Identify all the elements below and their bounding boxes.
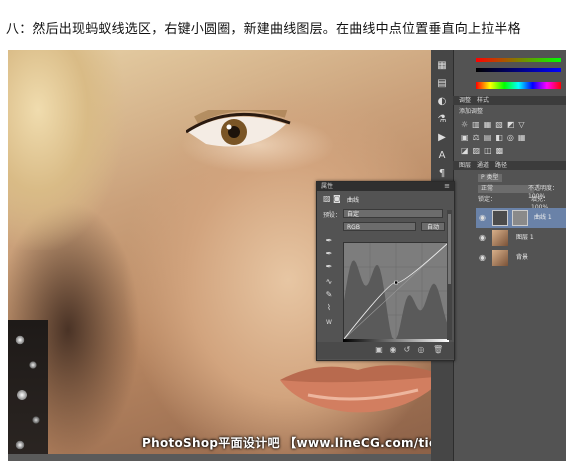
color-spectrum[interactable] xyxy=(476,82,561,89)
lock-label: 锁定： xyxy=(478,196,497,203)
curve-control-point xyxy=(394,280,398,285)
curves-adjustment-thumb xyxy=(492,210,508,226)
curve-point-tool-icon[interactable]: ∿ xyxy=(324,277,334,287)
curves-type-icon: ▨ xyxy=(323,194,331,203)
panel-menu-icon[interactable]: ≡ xyxy=(444,182,450,191)
layer-name: 背景 xyxy=(516,254,529,261)
visibility-toggle-icon[interactable]: ◎ xyxy=(417,346,425,354)
auto-button[interactable]: 自动 xyxy=(421,222,445,231)
channel-select[interactable]: RGB xyxy=(343,222,416,231)
white-eyedropper-icon[interactable]: ✒ xyxy=(324,262,334,272)
color-panel-icon[interactable]: ▦ xyxy=(436,60,448,72)
layer-name: 图层 1 xyxy=(516,234,534,241)
eye-image xyxy=(186,110,291,147)
mask-mode-icon[interactable]: ◙ xyxy=(333,194,341,203)
character-panel-icon[interactable]: A xyxy=(436,150,448,162)
tab-channels[interactable]: 通道 xyxy=(477,162,489,170)
earring-image xyxy=(8,320,48,461)
history-panel-icon[interactable]: ⚗ xyxy=(436,114,448,126)
layer-row-curves[interactable]: ◉ 曲线 1 xyxy=(476,208,566,228)
actions-panel-icon[interactable]: ▶ xyxy=(436,132,448,144)
black-eyedropper-icon[interactable]: ✒ xyxy=(324,236,334,246)
visibility-eye-icon[interactable]: ◉ xyxy=(479,213,488,222)
tab-paths[interactable]: 路径 xyxy=(495,162,507,170)
pencil-draw-icon[interactable]: ✎ xyxy=(324,290,334,300)
properties-title: 属性 xyxy=(321,183,334,190)
visibility-eye-icon[interactable]: ◉ xyxy=(479,253,488,262)
delete-icon[interactable]: 🗑 xyxy=(433,346,443,354)
properties-footer: ▣ ◉ ↺ ◎ 🗑 xyxy=(317,342,454,359)
properties-type-label: 曲线 xyxy=(347,197,360,204)
color-slider-blue[interactable] xyxy=(476,68,561,72)
tab-layers[interactable]: 图层 xyxy=(459,162,471,170)
layer-mask-thumb[interactable] xyxy=(512,210,528,226)
reset-icon[interactable]: ↺ xyxy=(403,346,411,354)
properties-panel: 属性 ≡ ▨ ◙ 曲线 预设： 自定 RGB 自动 ☝ ✒ ✒ ✒ ∿ ✎ ⌇ … xyxy=(316,181,455,361)
tab-adjustments[interactable]: 调整 xyxy=(459,97,471,105)
layer-row-background[interactable]: ◉ 背景 xyxy=(476,248,566,268)
paragraph-panel-icon[interactable]: ¶ xyxy=(436,168,448,180)
layer-row-image[interactable]: ◉ 图层 1 xyxy=(476,228,566,248)
curves-graph[interactable] xyxy=(343,242,449,340)
properties-scrollbar[interactable] xyxy=(447,210,452,340)
layer-name: 曲线 1 xyxy=(534,214,552,221)
hair-highlight xyxy=(8,50,128,250)
photoshop-screenshot: PhotoShop平面设计吧 【www.lineCG.com/tieba/178… xyxy=(8,50,566,461)
adjust-panel-icon[interactable]: ◐ xyxy=(436,96,448,108)
blend-mode-select[interactable]: 正常 xyxy=(478,185,534,193)
layer-thumb xyxy=(492,230,508,246)
smooth-curve-icon[interactable]: ⌇ xyxy=(324,303,334,313)
visibility-eye-icon[interactable]: ◉ xyxy=(479,233,488,242)
clipping-warning-icon[interactable]: W xyxy=(324,318,334,328)
scroll-thumb[interactable] xyxy=(448,214,451,284)
tutorial-caption: 八：然后出现蚂蚁线选区，右键小圆圈，新建曲线图层。在曲线中点位置垂直向上拉半格 xyxy=(6,22,521,37)
view-previous-icon[interactable]: ◉ xyxy=(389,346,397,354)
swatches-panel-icon[interactable]: ▤ xyxy=(436,78,448,90)
tab-styles[interactable]: 样式 xyxy=(477,97,489,105)
on-image-adjust-icon[interactable]: ☝ xyxy=(324,209,334,219)
color-slider-green[interactable] xyxy=(476,58,561,62)
properties-header: 属性 ≡ xyxy=(317,182,454,191)
status-bar xyxy=(8,454,431,461)
adjustment-icons-grid[interactable]: ☼▥▦▧◩▽ ▣⚖▤◧◎▦ ◪▨◫▩ xyxy=(461,118,561,158)
gray-eyedropper-icon[interactable]: ✒ xyxy=(324,249,334,259)
layer-thumb xyxy=(492,250,508,266)
adjustments-subtitle: 添加调整 xyxy=(459,108,484,115)
preset-select[interactable]: 自定 xyxy=(343,209,443,218)
layer-filter-select[interactable]: P 类型 xyxy=(478,174,502,182)
clip-to-layer-icon[interactable]: ▣ xyxy=(375,346,383,354)
